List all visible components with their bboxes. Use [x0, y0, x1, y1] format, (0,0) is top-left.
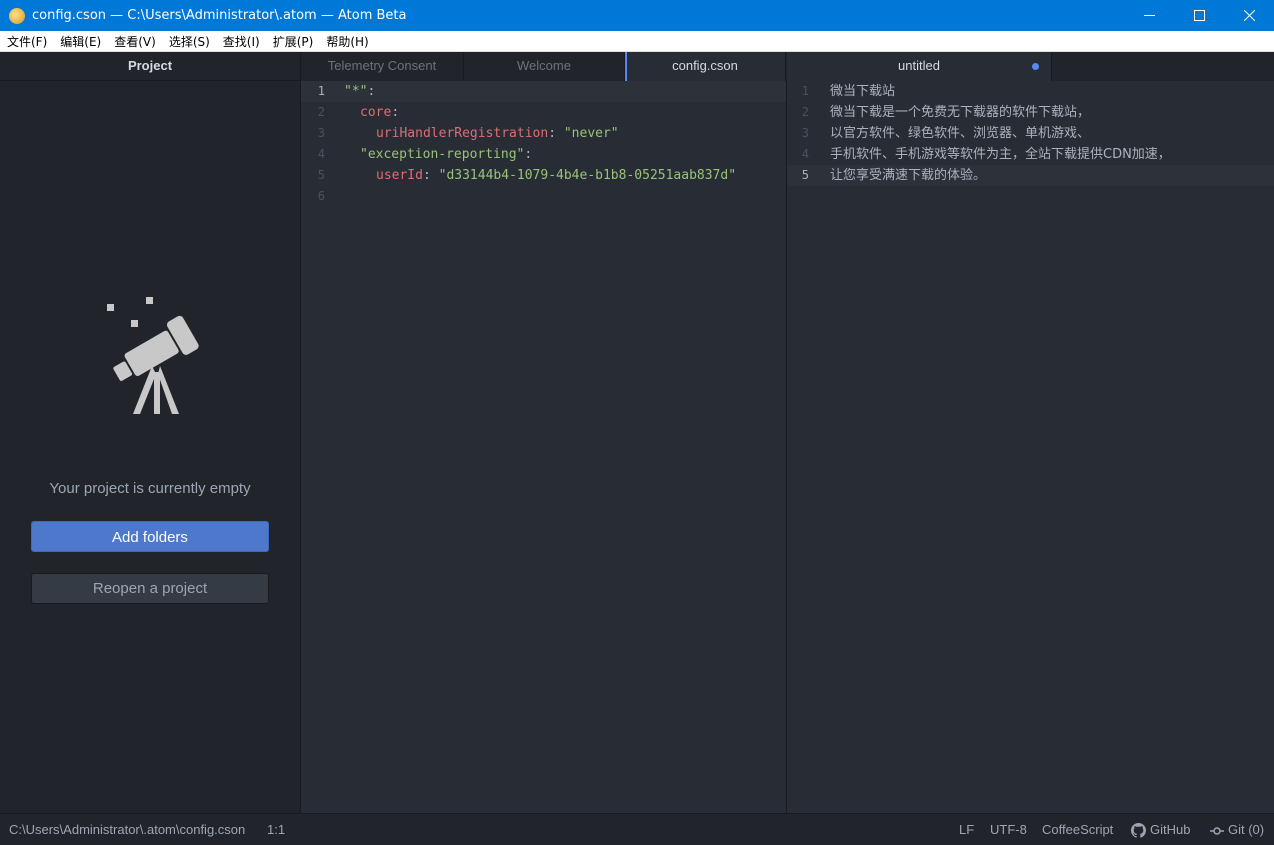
status-github-label: GitHub — [1150, 822, 1191, 837]
tab-untitled[interactable]: untitled — [787, 52, 1052, 81]
project-panel-title[interactable]: Project — [0, 52, 300, 81]
line-text: 让您享受满速下载的体验。 — [830, 168, 987, 183]
text-line: 2 微当下载是一个免费无下载器的软件下载站， — [787, 102, 1274, 123]
code-line: 6 — [301, 186, 786, 207]
right-pane-tab-bar: untitled — [787, 52, 1274, 82]
line-number: 2 — [801, 105, 809, 119]
modified-indicator-icon — [1032, 63, 1039, 70]
left-pane-tab-bar: Telemetry Consent Welcome config.cson — [301, 52, 786, 82]
maximize-icon — [1193, 10, 1205, 21]
git-commit-icon — [1210, 826, 1224, 835]
reopen-project-button[interactable]: Reopen a project — [31, 573, 269, 604]
text-line: 3 以官方软件、绿色软件、浏览器、单机游戏、 — [787, 123, 1274, 144]
minimize-icon — [1143, 15, 1155, 16]
menu-packages[interactable]: 扩展(P) — [266, 33, 320, 50]
code-line: 4 "exception-reporting": — [301, 144, 786, 165]
menu-edit[interactable]: 编辑(E) — [53, 33, 107, 50]
close-icon — [1243, 10, 1255, 21]
empty-project-message: Your project is currently empty — [49, 480, 251, 497]
menu-view[interactable]: 查看(V) — [107, 33, 162, 50]
menu-file[interactable]: 文件(F) — [0, 33, 53, 50]
line-text: 手机软件、手机游戏等软件为主，全站下载提供CDN加速， — [830, 147, 1171, 162]
status-git-label: Git (0) — [1228, 822, 1265, 837]
status-grammar[interactable]: CoffeeScript — [1042, 814, 1113, 845]
tab-untitled-label: untitled — [898, 58, 940, 73]
menu-help[interactable]: 帮助(H) — [319, 33, 374, 50]
close-button[interactable] — [1224, 0, 1274, 31]
text-line: 5 让您享受满速下载的体验。 — [787, 165, 1274, 186]
menu-selection[interactable]: 选择(S) — [162, 33, 216, 50]
line-number: 2 — [317, 105, 325, 119]
code-line: 2 core: — [301, 102, 786, 123]
line-number: 3 — [801, 126, 809, 140]
line-number: 4 — [317, 147, 325, 161]
text-line: 1 微当下载站 — [787, 81, 1274, 102]
line-text: 微当下载是一个免费无下载器的软件下载站， — [830, 105, 1091, 120]
line-text: 微当下载站 — [830, 84, 896, 99]
line-number: 5 — [317, 168, 325, 182]
menu-bar: 文件(F) 编辑(E) 查看(V) 选择(S) 查找(I) 扩展(P) 帮助(H… — [0, 31, 1274, 52]
status-bar: C:\Users\Administrator\.atom\config.cson… — [0, 813, 1274, 845]
status-github[interactable]: GitHub — [1131, 814, 1190, 845]
untitled-editor[interactable]: 1 微当下载站 2 微当下载是一个免费无下载器的软件下载站， 3 以官方软件、绿… — [787, 81, 1274, 813]
line-text: 以官方软件、绿色软件、浏览器、单机游戏、 — [830, 126, 1091, 141]
status-cursor-position[interactable]: 1:1 — [267, 814, 285, 845]
tab-config-cson-label: config.cson — [672, 58, 738, 73]
status-line-ending[interactable]: LF — [959, 814, 974, 845]
project-panel: Project Your project is currently empty … — [0, 52, 301, 813]
minimize-button[interactable] — [1124, 0, 1174, 31]
code-text: userId: "d33144b4-1079-4b4e-b1b8-05251aa… — [376, 168, 737, 183]
code-text: uriHandlerRegistration: "never" — [376, 126, 619, 141]
status-file-path[interactable]: C:\Users\Administrator\.atom\config.cson — [9, 814, 245, 845]
telescope-icon — [107, 297, 199, 414]
add-folders-button[interactable]: Add folders — [31, 521, 269, 552]
window-title: config.cson — C:\Users\Administrator\.at… — [32, 8, 407, 23]
code-line: 5 userId: "d33144b4-1079-4b4e-b1b8-05251… — [301, 165, 786, 186]
text-line: 4 手机软件、手机游戏等软件为主，全站下载提供CDN加速， — [787, 144, 1274, 165]
window-controls — [1124, 0, 1274, 31]
github-icon — [1131, 823, 1146, 838]
title-bar: config.cson — C:\Users\Administrator\.at… — [0, 0, 1274, 31]
code-text: "*": — [344, 84, 376, 99]
tab-telemetry-consent[interactable]: Telemetry Consent — [301, 52, 464, 81]
config-editor[interactable]: 1 "*": 2 core: 3 uriHandlerRegistration:… — [301, 81, 787, 813]
status-git[interactable]: Git (0) — [1210, 814, 1264, 845]
tab-welcome[interactable]: Welcome — [464, 52, 625, 81]
code-text: core: — [360, 105, 400, 120]
line-number: 6 — [317, 189, 325, 203]
tab-config-cson[interactable]: config.cson — [625, 52, 786, 81]
line-number: 5 — [801, 168, 809, 182]
code-line: 1 "*": — [301, 81, 786, 102]
atom-app-icon — [9, 7, 25, 24]
line-number: 1 — [317, 84, 325, 98]
status-encoding[interactable]: UTF-8 — [990, 814, 1027, 845]
line-number: 3 — [317, 126, 325, 140]
code-text: "exception-reporting": — [360, 147, 533, 162]
line-number: 1 — [801, 84, 809, 98]
code-line: 3 uriHandlerRegistration: "never" — [301, 123, 786, 144]
line-number: 4 — [801, 147, 809, 161]
maximize-button[interactable] — [1174, 0, 1224, 31]
menu-find[interactable]: 查找(I) — [216, 33, 266, 50]
